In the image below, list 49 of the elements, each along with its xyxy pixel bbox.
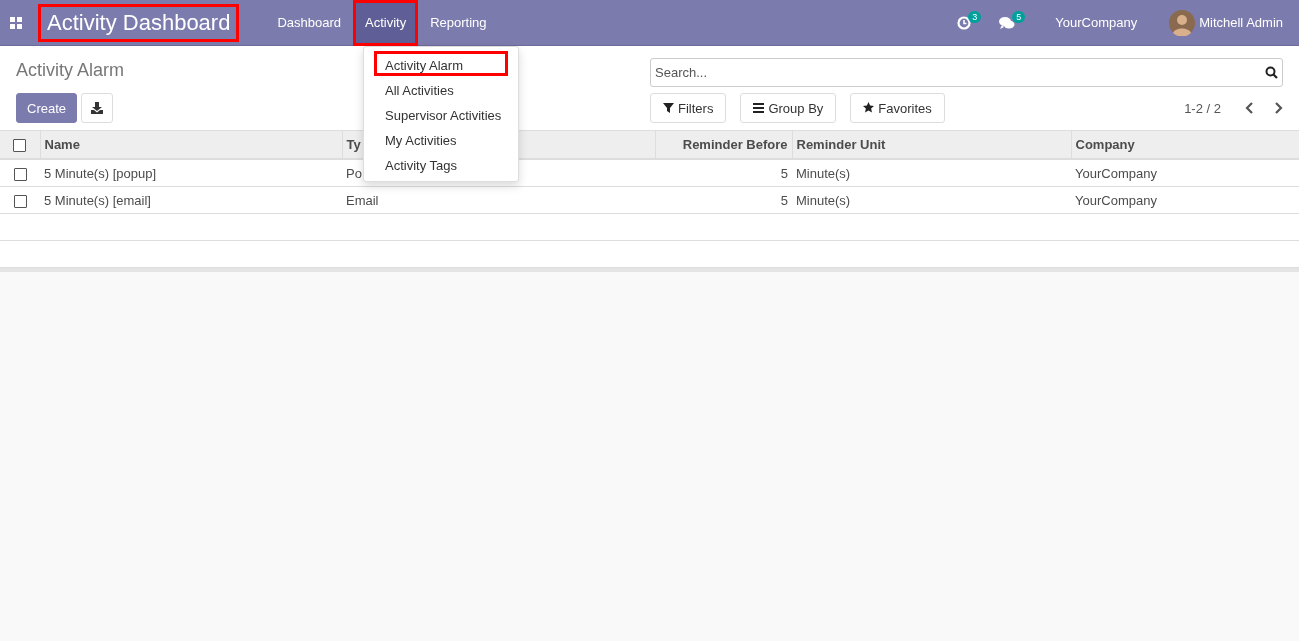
- previous-icon[interactable]: [1245, 102, 1255, 114]
- chat-icon[interactable]: [999, 15, 1016, 30]
- table-cell: 5 Minute(s) [popup]: [44, 165, 156, 181]
- dropdown-item[interactable]: All Activities: [374, 76, 508, 101]
- next-icon[interactable]: [1273, 102, 1283, 114]
- table-cell: YourCompany: [1075, 192, 1157, 208]
- row-checkbox[interactable]: [13, 194, 27, 208]
- clock-icon[interactable]: [957, 15, 972, 30]
- create-button[interactable]: Create: [16, 93, 78, 123]
- column-header[interactable]: Company: [1075, 137, 1135, 152]
- select-all-checkbox[interactable]: [13, 139, 27, 153]
- filter-button[interactable]: Favorites: [850, 93, 945, 123]
- menu-item[interactable]: Dashboard: [265, 0, 354, 46]
- user-name: Mitchell Admin: [1199, 15, 1283, 30]
- filter-button[interactable]: Filters: [650, 93, 727, 123]
- table-cell: 5: [780, 165, 788, 181]
- table-cell: Po: [346, 165, 362, 181]
- menu-item[interactable]: Reporting: [418, 0, 499, 46]
- row-checkbox[interactable]: [13, 167, 27, 181]
- company-switcher[interactable]: YourCompany: [1043, 0, 1150, 46]
- message-count: 5: [1012, 10, 1026, 23]
- menu-item[interactable]: Activity: [353, 0, 419, 46]
- download-button[interactable]: [81, 93, 114, 123]
- table-cell: YourCompany: [1075, 165, 1157, 181]
- filter-icon[interactable]: [663, 102, 674, 114]
- activity-count: 3: [968, 10, 982, 23]
- column-header[interactable]: Reminder Unit: [796, 137, 886, 152]
- column-header[interactable]: Name: [44, 137, 80, 152]
- app-title: Activity Dashboard: [38, 3, 240, 42]
- table-cell: Minute(s): [796, 165, 851, 181]
- table-cell: Minute(s): [796, 192, 851, 208]
- dropdown-item[interactable]: Activity Tags: [374, 151, 508, 176]
- breadcrumb: Activity Alarm: [16, 60, 125, 81]
- apps-menu-icon[interactable]: [10, 16, 22, 29]
- dropdown-item[interactable]: Activity Alarm: [374, 51, 508, 76]
- filter-button[interactable]: Group By: [740, 93, 837, 123]
- dropdown-item[interactable]: My Activities: [374, 126, 508, 151]
- pager-value: 1-2 / 2: [1184, 100, 1221, 116]
- dropdown-item[interactable]: Supervisor Activities: [374, 101, 508, 126]
- table-cell: 5: [780, 192, 788, 208]
- download-icon[interactable]: [91, 102, 104, 114]
- user-menu[interactable]: Mitchell Admin: [1157, 0, 1295, 46]
- star-icon[interactable]: [863, 102, 875, 114]
- table-cell: Email: [346, 192, 379, 208]
- search-field[interactable]: Search...: [650, 58, 1283, 87]
- table-cell: 5 Minute(s) [email]: [44, 192, 151, 208]
- search-icon[interactable]: [1265, 66, 1278, 79]
- column-header[interactable]: Ty: [346, 137, 361, 152]
- list-icon[interactable]: [753, 102, 765, 114]
